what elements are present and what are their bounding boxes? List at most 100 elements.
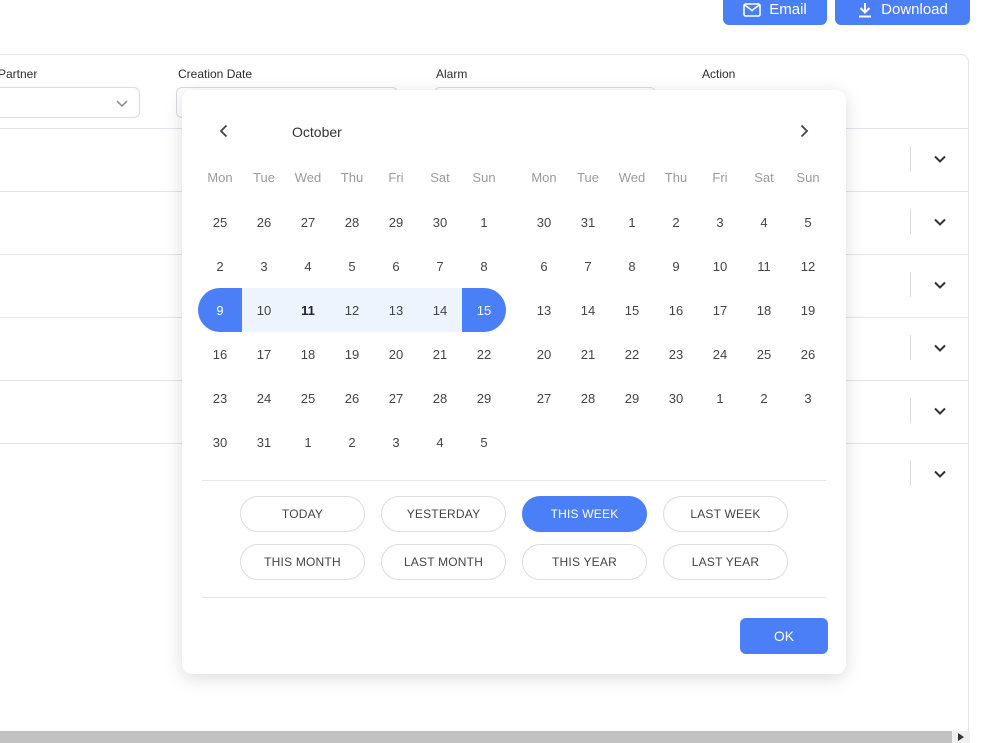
- row-expand-chevron-icon[interactable]: [932, 214, 948, 230]
- calendar-day[interactable]: 16: [198, 332, 242, 376]
- calendar-day[interactable]: 24: [242, 376, 286, 420]
- preset-yesterday-button[interactable]: YESTERDAY: [381, 496, 506, 532]
- preset-last-week-button[interactable]: LAST WEEK: [663, 496, 788, 532]
- calendar-day[interactable]: 11: [286, 288, 330, 332]
- calendar-day[interactable]: 23: [654, 332, 698, 376]
- calendar-day[interactable]: 16: [654, 288, 698, 332]
- preset-this-year-button[interactable]: THIS YEAR: [522, 544, 647, 580]
- calendar-day[interactable]: 29: [610, 376, 654, 420]
- calendar-day[interactable]: 8: [462, 244, 506, 288]
- calendar-day[interactable]: 14: [418, 288, 462, 332]
- calendar-day[interactable]: 3: [786, 376, 830, 420]
- calendar-day[interactable]: 4: [286, 244, 330, 288]
- calendar-day[interactable]: 15: [462, 288, 506, 332]
- calendar-day[interactable]: 28: [418, 376, 462, 420]
- calendar-day[interactable]: 2: [742, 376, 786, 420]
- calendar-day[interactable]: 6: [522, 244, 566, 288]
- calendar-day[interactable]: 18: [742, 288, 786, 332]
- weekday-header: Sun: [796, 170, 820, 185]
- calendar-day[interactable]: 7: [418, 244, 462, 288]
- preset-last-year-button[interactable]: LAST YEAR: [663, 544, 788, 580]
- calendar-day[interactable]: 1: [462, 200, 506, 244]
- calendar-day[interactable]: 9: [654, 244, 698, 288]
- calendar-day[interactable]: 11: [742, 244, 786, 288]
- partner-filter-select[interactable]: [0, 87, 140, 118]
- calendar-day[interactable]: 1: [698, 376, 742, 420]
- next-month-arrow-icon[interactable]: [796, 123, 812, 139]
- download-button[interactable]: Download: [835, 0, 970, 25]
- calendar-day[interactable]: 30: [654, 376, 698, 420]
- calendar-day[interactable]: 2: [330, 420, 374, 464]
- preset-today-button[interactable]: TODAY: [240, 496, 365, 532]
- calendar-day[interactable]: 21: [566, 332, 610, 376]
- calendar-day[interactable]: 4: [418, 420, 462, 464]
- calendar-day[interactable]: 26: [242, 200, 286, 244]
- calendar-day[interactable]: 6: [374, 244, 418, 288]
- calendar-day[interactable]: 17: [242, 332, 286, 376]
- calendar-day[interactable]: 31: [242, 420, 286, 464]
- calendar-day[interactable]: 27: [374, 376, 418, 420]
- calendar-day[interactable]: 7: [566, 244, 610, 288]
- calendar-day[interactable]: 14: [566, 288, 610, 332]
- calendar-day[interactable]: 19: [786, 288, 830, 332]
- calendar-day[interactable]: 22: [610, 332, 654, 376]
- calendar-day[interactable]: 4: [742, 200, 786, 244]
- calendar-day[interactable]: 13: [522, 288, 566, 332]
- calendar-day[interactable]: 10: [242, 288, 286, 332]
- calendar-day[interactable]: 29: [462, 376, 506, 420]
- calendar-day[interactable]: 2: [198, 244, 242, 288]
- calendar-day[interactable]: 9: [198, 288, 242, 332]
- calendar-day[interactable]: 26: [330, 376, 374, 420]
- row-expand-chevron-icon[interactable]: [932, 340, 948, 356]
- calendar-day[interactable]: 20: [522, 332, 566, 376]
- calendar-day[interactable]: 28: [566, 376, 610, 420]
- calendar-day[interactable]: 5: [330, 244, 374, 288]
- ok-button[interactable]: OK: [740, 618, 828, 654]
- calendar-day[interactable]: 30: [522, 200, 566, 244]
- calendar-day[interactable]: 27: [522, 376, 566, 420]
- calendar-day[interactable]: 1: [286, 420, 330, 464]
- calendar-day[interactable]: 3: [374, 420, 418, 464]
- email-button[interactable]: Email: [723, 0, 827, 25]
- calendar-day[interactable]: 22: [462, 332, 506, 376]
- row-expand-chevron-icon[interactable]: [932, 466, 948, 482]
- preset-last-month-button[interactable]: LAST MONTH: [381, 544, 506, 580]
- previous-month-arrow-icon[interactable]: [216, 123, 232, 139]
- calendar-day[interactable]: 30: [198, 420, 242, 464]
- calendar-day[interactable]: 12: [330, 288, 374, 332]
- preset-this-week-button[interactable]: THIS WEEK: [522, 496, 647, 532]
- calendar-day[interactable]: 20: [374, 332, 418, 376]
- calendar-day[interactable]: 10: [698, 244, 742, 288]
- calendar-day[interactable]: 23: [198, 376, 242, 420]
- calendar-day[interactable]: 24: [698, 332, 742, 376]
- calendar-day[interactable]: 27: [286, 200, 330, 244]
- calendar-day[interactable]: 25: [198, 200, 242, 244]
- calendar-day[interactable]: 2: [654, 200, 698, 244]
- calendar-day[interactable]: 31: [566, 200, 610, 244]
- calendar-day[interactable]: 28: [330, 200, 374, 244]
- calendar-day[interactable]: 1: [610, 200, 654, 244]
- calendar-day[interactable]: 15: [610, 288, 654, 332]
- calendar-day[interactable]: 21: [418, 332, 462, 376]
- calendar-day[interactable]: 25: [742, 332, 786, 376]
- row-expand-chevron-icon[interactable]: [932, 403, 948, 419]
- row-expand-chevron-icon[interactable]: [932, 277, 948, 293]
- calendar-day[interactable]: 8: [610, 244, 654, 288]
- calendar-day[interactable]: 17: [698, 288, 742, 332]
- calendar-day[interactable]: 3: [242, 244, 286, 288]
- row-expand-chevron-icon[interactable]: [932, 151, 948, 167]
- horizontal-scrollbar[interactable]: [0, 731, 970, 743]
- calendar-day[interactable]: 26: [786, 332, 830, 376]
- calendar-day[interactable]: 18: [286, 332, 330, 376]
- calendar-day[interactable]: 29: [374, 200, 418, 244]
- calendar-day[interactable]: 12: [786, 244, 830, 288]
- calendar-day[interactable]: 25: [286, 376, 330, 420]
- preset-this-month-button[interactable]: THIS MONTH: [240, 544, 365, 580]
- calendar-day[interactable]: 30: [418, 200, 462, 244]
- calendar-day[interactable]: 3: [698, 200, 742, 244]
- calendar-day[interactable]: 5: [462, 420, 506, 464]
- calendar-day[interactable]: 5: [786, 200, 830, 244]
- calendar-day[interactable]: 13: [374, 288, 418, 332]
- calendar-day[interactable]: 19: [330, 332, 374, 376]
- scroll-right-arrow[interactable]: [952, 731, 970, 743]
